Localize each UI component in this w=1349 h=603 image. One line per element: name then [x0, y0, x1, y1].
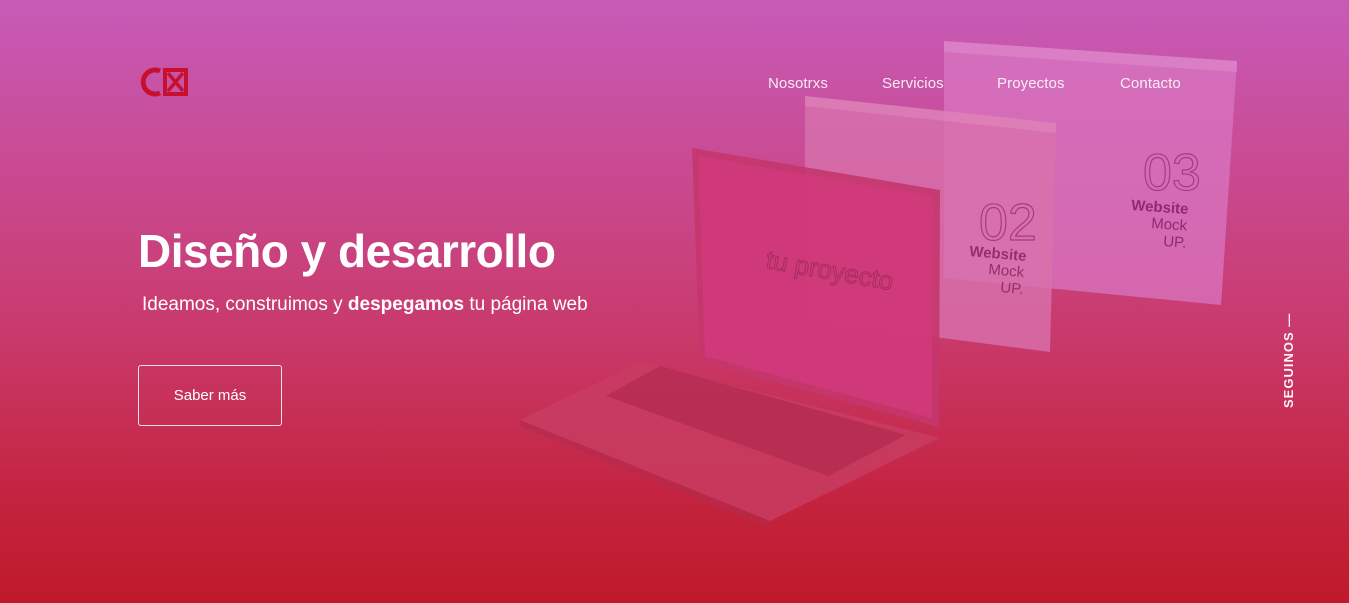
nav-item-servicios[interactable]: Servicios: [882, 75, 944, 92]
hero-title: Diseño y desarrollo: [138, 225, 556, 277]
hero-subtitle-bold: despegamos: [347, 294, 465, 315]
mockup-card-02: 02 Website Mock UP.: [805, 96, 1056, 352]
nav-item-contacto[interactable]: Contacto: [1120, 75, 1181, 92]
nav-item-proyectos[interactable]: Proyectos: [997, 75, 1065, 92]
card-03-line3: UP.: [1163, 233, 1187, 252]
hero-subtitle: Ideamos, construimos y despegamos tu pág…: [142, 294, 588, 316]
hero-subtitle-part1: Ideamos, construimos y: [142, 294, 348, 315]
card-02-line2: Mock: [988, 261, 1026, 281]
hero-subtitle-part2: tu página web: [464, 294, 588, 315]
card-03-line2: Mock: [1151, 215, 1188, 234]
card-03-number: 03: [1143, 144, 1201, 202]
hero-section: 03 Website Mock UP. 02 Website Mock UP. …: [0, 0, 1349, 603]
main-nav: Nosotrxs Servicios Proyectos Contacto: [0, 75, 1349, 95]
card-02-line1: Website: [969, 243, 1028, 265]
laptop-screen-text: tu proyecto: [764, 244, 896, 296]
social-follow-link[interactable]: SEGUINOS —: [1281, 313, 1296, 408]
saber-mas-button[interactable]: Saber más: [138, 365, 282, 426]
laptop-mockup: tu proyecto: [520, 148, 940, 528]
nav-item-nosotrxs[interactable]: Nosotrxs: [768, 75, 828, 92]
card-02-line3: UP.: [1000, 279, 1024, 298]
card-02-number: 02: [979, 194, 1037, 252]
card-03-line1: Website: [1131, 197, 1189, 218]
